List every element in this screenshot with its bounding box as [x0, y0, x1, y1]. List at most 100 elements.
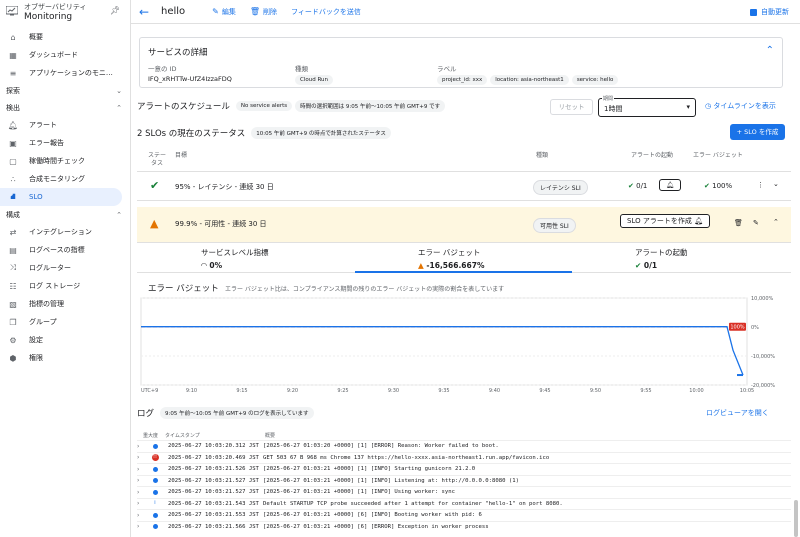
tab-alert-firing[interactable]: アラートの起動 ✔ 0/1 [635, 247, 688, 270]
expand-arrow-icon[interactable]: › [137, 443, 147, 450]
sidebar-item-label: 権限 [29, 354, 43, 362]
send-feedback-button[interactable]: フィードバックを送信 [291, 7, 361, 17]
x-tick-label: 9:15 [236, 388, 247, 394]
error-budget-chart[interactable]: 10,000% 0% -10,000% -20,000% UTC+9 9:10 9:15 9:… [137, 276, 791, 399]
section-label: 構成 [6, 210, 20, 219]
sidebar-item-permissions[interactable]: ⬢ 権限 [0, 349, 130, 367]
log-row[interactable]: › 2025-06-27 10:03:20.312 JST [2025-06-27 … [137, 440, 791, 452]
log-row[interactable]: › 2025-06-27 10:03:21.527 JST [2025-06-27 … [137, 486, 791, 498]
sidebar-item-groups[interactable]: ❐ グループ [0, 313, 130, 331]
auto-refresh-toggle[interactable]: 自動更新 [750, 7, 789, 17]
sidebar-section-detect[interactable]: 検出 ⌃ [0, 99, 130, 116]
settings-icon: ⚙ [9, 335, 17, 345]
bell-button[interactable]: 🔔︎ [659, 179, 682, 191]
period-value: 1時間 [604, 105, 623, 113]
tab-sli[interactable]: サービスレベル指標 ◠ 0% [201, 247, 269, 270]
tab-error-budget[interactable]: エラー バジェット ▲ -16,566.667% [418, 247, 484, 270]
log-row[interactable]: ›!! 2025-06-27 10:03:20.469 JST GET 503 67… [137, 451, 791, 464]
sli-label: サービスレベル指標 [201, 248, 269, 257]
log-timestamp: 2025-06-27 10:03:21.526 JST [168, 466, 259, 473]
chevron-up-icon[interactable]: ⌃ [766, 45, 774, 56]
open-log-viewer-link[interactable]: ログビューアを開く [706, 408, 769, 418]
expand-arrow-icon[interactable]: › [137, 500, 147, 507]
log-row[interactable]: › 2025-06-27 10:03:21.526 JST [2025-06-27 … [137, 463, 791, 475]
chevron-down-icon[interactable]: ⌄ [773, 180, 779, 188]
sli-value: 0% [209, 261, 223, 270]
auto-refresh-label: 自動更新 [761, 8, 789, 16]
log-storage-icon: ☷ [9, 281, 17, 291]
logs-header: ログ 9:05 午前〜10:05 午前 GMT+9 のログを表示しています [137, 407, 317, 419]
trash-icon[interactable]: 🗑︎ [734, 219, 743, 227]
expand-arrow-icon[interactable]: › [137, 466, 147, 473]
create-slo-button[interactable]: + SLO を作成 [730, 124, 785, 140]
expand-arrow-icon[interactable]: › [137, 477, 147, 484]
slo-metrics-tabs: サービスレベル指標 ◠ 0% エラー バジェット ▲ -16,566.667% … [137, 243, 791, 273]
threshold-label: 100% [730, 325, 745, 331]
sidebar-item-log-storage[interactable]: ☷ ログ ストレージ [0, 277, 130, 295]
log-row[interactable]: › 2025-06-27 10:03:21.553 JST [2025-06-27 … [137, 509, 791, 521]
sidebar-item-error-reporting[interactable]: ▣ エラー報告 [0, 134, 130, 152]
expand-arrow-icon[interactable]: › [137, 512, 147, 519]
expand-arrow-icon[interactable]: › [137, 523, 147, 530]
alert-schedule: アラートのスケジュール No service alerts 時間の選択範囲は 9… [137, 100, 448, 112]
sidebar-item-log-router[interactable]: ⤨ ログルーター [0, 259, 130, 277]
period-select[interactable]: 期間 1時間 ▾ [598, 95, 696, 117]
sidebar-item-synthetic[interactable]: ∴ 合成モニタリング [0, 170, 130, 188]
sidebar-section-explore[interactable]: 探索 ⌄ [0, 82, 130, 99]
pin-icon[interactable]: 📌︎ [110, 6, 120, 15]
log-severity [147, 489, 163, 495]
slo-row-availability[interactable]: ▲ 99.9% - 可用性 - 連続 30 日 可用性 SLI SLO アラート… [137, 207, 791, 243]
sidebar-item-app-monitoring[interactable]: ≡ アプリケーションのモニ… [0, 64, 130, 82]
metrics-management-icon: ▧ [9, 299, 17, 309]
top-toolbar: ← hello ✎ 編集 🗑︎ 削除 フィードバックを送信 自動更新 [131, 0, 800, 24]
sidebar-item-slo[interactable]: ⛘ SLO [0, 188, 122, 206]
reset-button[interactable]: リセット [550, 99, 593, 115]
log-timestamp: 2025-06-27 10:03:20.312 JST [168, 443, 259, 450]
unique-id-field: 一意の ID IFQ_xRHTTw-UfZ4IzzaFDQ [148, 63, 232, 83]
sidebar-item-alerting[interactable]: 🔔︎ アラート [0, 116, 130, 134]
back-arrow-icon[interactable]: ← [135, 5, 153, 19]
history-icon: ◷ [705, 102, 712, 110]
more-options-icon[interactable]: ⋮ [757, 181, 764, 189]
sidebar-item-metrics-management[interactable]: ▧ 指標の管理 [0, 295, 130, 313]
column-alert: アラートの起動 [631, 152, 674, 159]
sidebar-item-log-metrics[interactable]: ▤ ログベースの指標 [0, 241, 130, 259]
series-end-marker [737, 374, 743, 377]
create-alert-label: SLO アラートを作成 [627, 217, 692, 225]
create-slo-alert-button[interactable]: SLO アラートを作成 🔔︎ [620, 214, 710, 228]
log-row[interactable]: › 2025-06-27 10:03:21.527 JST [2025-06-27 … [137, 474, 791, 487]
sidebar-item-dashboards[interactable]: ▦ ダッシュボード [0, 46, 130, 64]
log-row[interactable]: › i 2025-06-27 10:03:21.543 JST Default STA… [137, 497, 791, 510]
active-tab-indicator [355, 271, 572, 273]
sidebar-item-label: ログ ストレージ [29, 282, 81, 290]
view-timeline-link[interactable]: ◷ タイムラインを表示 [705, 101, 776, 111]
sidebar-item-overview[interactable]: ⌂ 概要 [0, 28, 130, 46]
labels-label: ラベル [437, 65, 457, 73]
sidebar-section-configure[interactable]: 構成 ⌃ [0, 206, 130, 223]
sidebar-item-settings[interactable]: ⚙ 設定 [0, 331, 130, 349]
edit-button[interactable]: ✎ 編集 [212, 7, 236, 17]
x-tick-label: 9:55 [640, 388, 651, 394]
column-budget: エラー バジェット [693, 152, 743, 159]
sidebar-item-label: インテグレーション [29, 228, 92, 236]
x-tick-label: 9:25 [337, 388, 348, 394]
chevron-up-icon[interactable]: ⌃ [773, 218, 779, 226]
logs-title: ログ [137, 409, 155, 419]
log-message: [2025-06-27 01:03:20 +0000] [1] [ERROR] … [263, 443, 499, 450]
expand-arrow-icon[interactable]: › [137, 489, 147, 496]
sidebar-item-uptime[interactable]: ▢ 稼働時間チェック [0, 152, 130, 170]
pencil-icon[interactable]: ✎ [753, 219, 759, 227]
expand-arrow-icon[interactable]: › [137, 454, 147, 461]
delete-button[interactable]: 🗑︎ 削除 [250, 7, 277, 17]
log-message: [2025-06-27 01:03:21 +0000] [1] [INFO] S… [263, 466, 476, 473]
y-tick-label: 10,000% [751, 296, 773, 302]
x-tick-label: 9:45 [539, 388, 550, 394]
sidebar-item-integrations[interactable]: ⇄ インテグレーション [0, 223, 130, 241]
check-circle-icon: ✔ [150, 179, 160, 192]
slo-row-latency[interactable]: ✔ 95% - レイテンシ - 連続 30 日 レイテンシ SLI ✔ 0/1 … [137, 171, 791, 201]
log-row[interactable]: › 2025-06-27 10:03:21.566 JST [2025-06-27 … [137, 520, 791, 533]
plot-area [140, 297, 748, 386]
scrollbar[interactable] [794, 500, 798, 537]
no-alerts-chip: No service alerts [235, 101, 293, 111]
check-circle-icon: ✔ [635, 261, 642, 270]
